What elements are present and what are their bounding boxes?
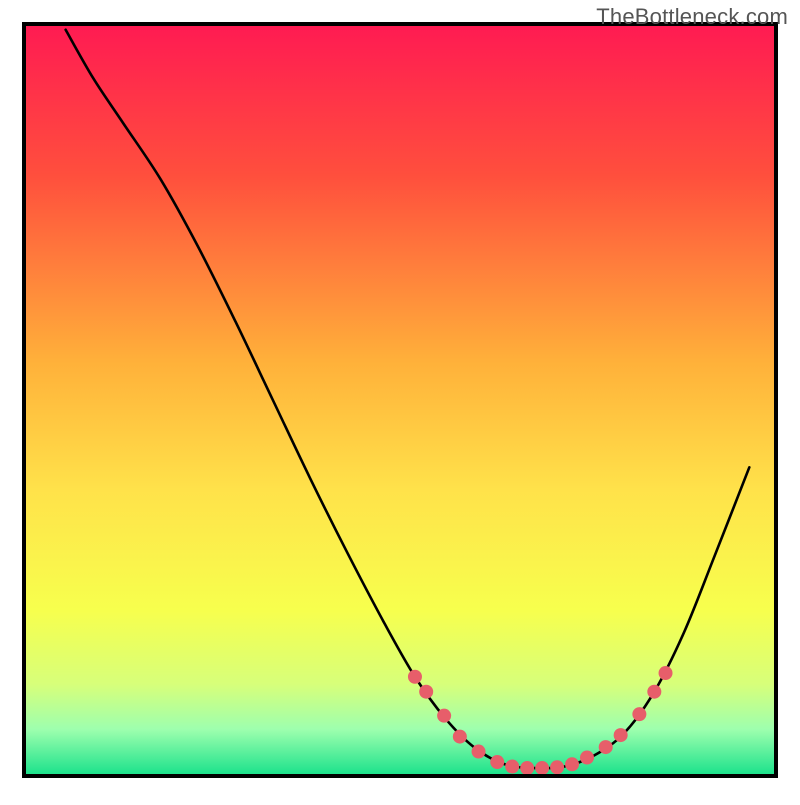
watermark-label: TheBottleneck.com [596, 4, 788, 30]
data-point [580, 751, 594, 765]
data-point [599, 740, 613, 754]
chart-stage: TheBottleneck.com [0, 0, 800, 800]
data-point [408, 670, 422, 684]
data-point [565, 757, 579, 771]
data-point [614, 728, 628, 742]
data-point [490, 755, 504, 769]
data-point [632, 707, 646, 721]
data-point [437, 709, 451, 723]
bottleneck-chart [0, 0, 800, 800]
data-point [453, 730, 467, 744]
data-point [535, 761, 549, 775]
data-point [647, 685, 661, 699]
gradient-background [26, 26, 774, 774]
data-point [659, 666, 673, 680]
data-point [505, 760, 519, 774]
data-point [419, 685, 433, 699]
data-point [472, 745, 486, 759]
data-point [550, 760, 564, 774]
data-point [520, 761, 534, 775]
